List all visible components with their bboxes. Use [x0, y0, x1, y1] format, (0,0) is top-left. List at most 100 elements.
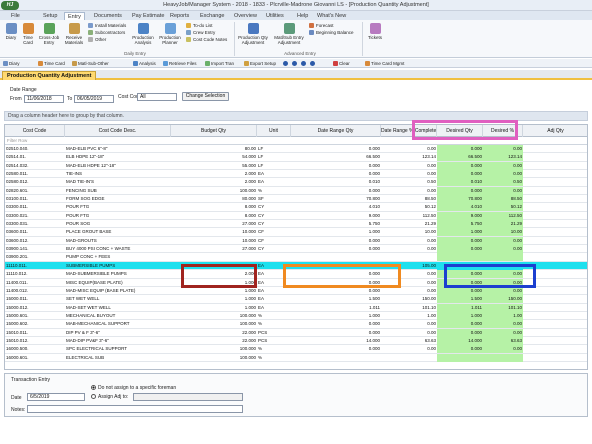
cell-desired-pct[interactable]: 112.50	[483, 211, 523, 220]
nav-next-button[interactable]	[301, 60, 307, 67]
table-row[interactable]: 15010.012. MAD-DIP PV&F 3"-6" 22.000 PCS 14.…	[5, 336, 587, 346]
cell-desired-pct[interactable]: 123.14	[483, 153, 523, 162]
cell-desired-qty[interactable]: 1.500	[437, 295, 483, 304]
cell-desired-pct[interactable]: 0.00	[483, 286, 523, 295]
tab-utilities[interactable]: Utilities	[263, 12, 287, 20]
diary-button[interactable]: Diary	[3, 23, 19, 40]
cell-desired-qty[interactable]: 0.000	[437, 245, 483, 254]
column-header[interactable]: Budget Qty	[171, 125, 257, 137]
cell-desired-qty[interactable]: 1.000	[437, 228, 483, 237]
cell-desired-pct[interactable]: 1.00	[483, 311, 523, 320]
cell-desired-qty[interactable]: 4.010	[437, 203, 483, 212]
cell-desired-pct[interactable]: 50.12	[483, 203, 523, 212]
table-row[interactable]: 02514.01. ELB HDPE 12"-18" 54.000 LF 66.500 1…	[5, 153, 587, 162]
cell-desired-pct[interactable]: 101.10	[483, 303, 523, 312]
import-tran-quick-button[interactable]: Import Tran	[205, 60, 234, 67]
cell-desired-pct[interactable]	[483, 353, 523, 362]
other-button[interactable]: Other	[88, 37, 106, 43]
table-row[interactable]: 15000.012. MAD-SET WET WELL 1.000 EA 1.011 10…	[5, 303, 587, 312]
export-setup-quick-button[interactable]: Export Setup	[244, 60, 276, 67]
table-row[interactable]: 15000.601. MECHANICAL BUYOUT 100.000% 1.000…	[5, 311, 587, 321]
cell-desired-qty[interactable]: 66.500	[437, 153, 483, 162]
cost-code-input[interactable]: All	[137, 93, 177, 101]
table-row[interactable]: 02820.601. FENCING SUB 100.000% 0.000 0.00 0.…	[5, 186, 587, 196]
table-row[interactable]: 03600.012. MAD-GROUTS 10.000 CF 0.000 0.00 0.0…	[5, 236, 587, 246]
table-row[interactable]: 11400.012. MAD-MISC EQUIP (BASE PLATE) 1.0…	[5, 286, 587, 296]
cell-desired-pct[interactable]: 0.00	[483, 236, 523, 245]
cell-desired-pct[interactable]: 0.50	[483, 178, 523, 187]
cell-desired-qty[interactable]: 5.750	[437, 220, 483, 229]
table-row[interactable]: 03300.021. POUR FTG 8.000 CY 9.000 112.50 9.00…	[5, 211, 587, 221]
table-row[interactable]: 03100.011. FORM SOG EDGE 80.000 SF 70.800 88.…	[5, 195, 587, 204]
subcontractors-button[interactable]: Subcontractors	[88, 30, 125, 36]
tab-documents[interactable]: Documents	[91, 12, 125, 20]
cell-adj-qty[interactable]	[523, 228, 587, 236]
forecast-button[interactable]: Forecast	[309, 23, 334, 29]
cell-desired-pct[interactable]: 150.00	[483, 295, 523, 304]
cell-adj-qty[interactable]	[523, 195, 587, 203]
matl-sub-entry-adjustment-button[interactable]: Matl/Sub Entry Adjustment	[271, 23, 307, 45]
tab-file[interactable]: File	[8, 12, 23, 20]
cell-desired-pct[interactable]: 0.00	[483, 328, 523, 337]
cell-desired-qty[interactable]: 1.011	[437, 303, 483, 312]
notes-input[interactable]	[27, 405, 243, 413]
cell-adj-qty[interactable]	[523, 145, 587, 153]
cell-desired-pct[interactable]: 10.00	[483, 228, 523, 237]
analysis-quick-button[interactable]: Analysis	[133, 60, 156, 67]
cell-desired-qty[interactable]: 1.000	[437, 311, 483, 320]
cell-adj-qty[interactable]	[523, 237, 587, 245]
cell-desired-qty[interactable]: 70.800	[437, 195, 483, 204]
tab-pay-estimate[interactable]: Pay Estimate	[129, 12, 167, 20]
change-selection-button[interactable]: Change Selection	[182, 92, 229, 101]
column-header[interactable]: Adj Qty	[523, 125, 587, 137]
cell-desired-qty[interactable]	[437, 253, 483, 262]
table-row[interactable]: 03300.031. POUR SOG 27.000 CY 5.750 21.29 5.75…	[5, 220, 587, 229]
cell-desired-qty[interactable]: 0.000	[437, 236, 483, 245]
receive-materials-button[interactable]: Receive Materials	[62, 23, 86, 45]
cell-adj-qty[interactable]	[523, 287, 587, 295]
cell-adj-qty[interactable]	[523, 337, 587, 345]
tab-overview[interactable]: Overview	[231, 12, 260, 20]
diary-quick-button[interactable]: Diary	[3, 60, 20, 67]
beginning-balance-button[interactable]: Beginning Balance	[309, 30, 354, 36]
cell-desired-pct[interactable]: 0.00	[483, 245, 523, 254]
cell-desired-qty[interactable]: 0.000	[437, 170, 483, 179]
column-header[interactable]: Unit	[257, 125, 291, 137]
from-date-input[interactable]: 11/06/2018	[24, 95, 64, 103]
table-row[interactable]: 15000.011. SET WET WELL 1.000 EA 1.500 150.00…	[5, 295, 587, 304]
cell-desired-qty[interactable]: 14.000	[437, 336, 483, 345]
cell-desired-qty[interactable]: 0.000	[437, 345, 483, 354]
column-header[interactable]: Cost Code	[5, 125, 65, 137]
tab-entry[interactable]: Entry	[64, 12, 85, 20]
table-row[interactable]: 03900.141. BUY 4000 PSI CONC + WASTE 27.00…	[5, 245, 587, 254]
production-qty-adjustment-button[interactable]: Production Qty Adjustment	[237, 23, 269, 45]
table-row[interactable]: 02580.012. MAD TIE-IN'S 2.000 EA 0.010 0.50 0.…	[5, 178, 587, 187]
cell-desired-qty[interactable]: 9.000	[437, 211, 483, 220]
cell-adj-qty[interactable]	[523, 212, 587, 220]
table-row[interactable]: 15010.011. DIP PV & F 3"-6" 22.000 PCS 0.000…	[5, 328, 587, 337]
cell-adj-qty[interactable]	[523, 178, 587, 186]
todo-list-button[interactable]: To-do List	[186, 23, 213, 29]
tab-help[interactable]: Help	[294, 12, 311, 20]
cell-adj-qty[interactable]	[523, 354, 587, 362]
production-planner-button[interactable]: Production Planner	[157, 23, 183, 45]
crew-entry-button[interactable]: Crew Entry	[186, 30, 215, 36]
cell-desired-pct[interactable]: 0.00	[483, 170, 523, 179]
tab-reports[interactable]: Reports	[167, 12, 192, 20]
cell-desired-pct[interactable]: 88.50	[483, 195, 523, 204]
radio-assign-adj[interactable]: Assign Adj to:	[91, 394, 128, 400]
cell-desired-pct[interactable]: 0.00	[483, 145, 523, 153]
cell-adj-qty[interactable]	[523, 162, 587, 170]
cell-desired-qty[interactable]: 0.000	[437, 186, 483, 195]
cell-desired-qty[interactable]: 0.000	[437, 145, 483, 153]
cell-adj-qty[interactable]	[523, 345, 587, 353]
time-card-button[interactable]: Time Card	[20, 23, 36, 45]
cell-desired-qty[interactable]: 0.000	[437, 286, 483, 295]
nav-last-button[interactable]	[310, 60, 316, 67]
cell-desired-pct[interactable]: 63.63	[483, 336, 523, 345]
cell-desired-qty[interactable]: 0.000	[437, 161, 483, 170]
transaction-date-input[interactable]: 6/5/2019	[27, 393, 85, 401]
cell-desired-pct[interactable]: 0.00	[483, 186, 523, 195]
cost-code-notes-button[interactable]: Cost Code Notes	[186, 37, 227, 43]
clear-button[interactable]: Clear	[333, 60, 350, 67]
